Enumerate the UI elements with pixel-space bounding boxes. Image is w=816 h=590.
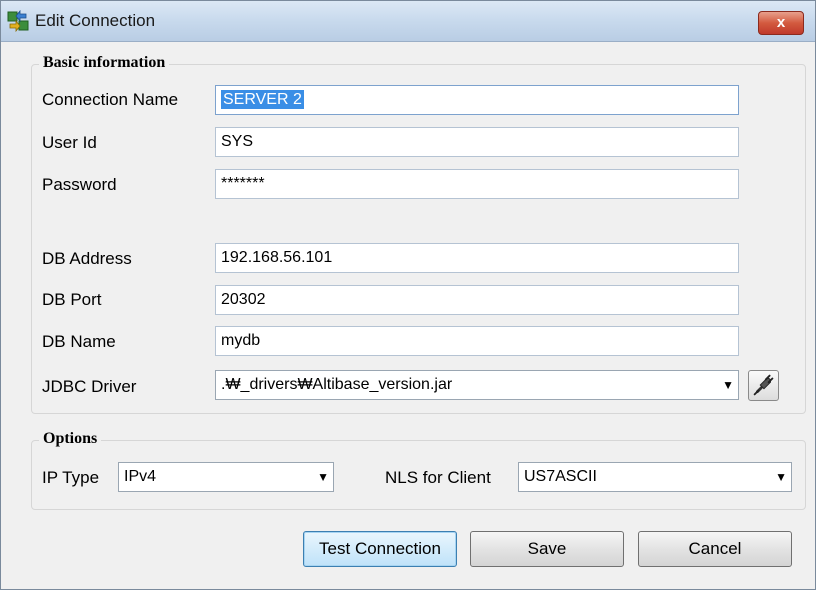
ip-type-value: IPv4: [124, 468, 157, 485]
password-label: Password: [42, 175, 117, 194]
db-port-input[interactable]: 20302: [215, 285, 739, 315]
window-title: Edit Connection: [35, 11, 156, 30]
basic-information-group: [31, 64, 806, 414]
user-id-input[interactable]: SYS: [215, 127, 739, 157]
plug-icon: [753, 374, 774, 396]
password-input[interactable]: *******: [215, 169, 739, 199]
db-port-label: DB Port: [42, 290, 102, 309]
db-name-label: DB Name: [42, 332, 116, 351]
close-button[interactable]: x: [758, 11, 804, 35]
ip-type-label: IP Type: [42, 468, 100, 487]
user-id-label: User Id: [42, 133, 97, 152]
jdbc-driver-select[interactable]: .₩_drivers₩Altibase_version.jar ▼: [215, 370, 739, 400]
nls-for-client-value: US7ASCII: [524, 468, 597, 485]
db-name-input[interactable]: mydb: [215, 326, 739, 356]
jdbc-driver-value: .₩_drivers₩Altibase_version.jar: [221, 376, 453, 393]
test-connection-button[interactable]: Test Connection: [303, 531, 457, 567]
edit-connection-dialog: Edit Connection x Basic information Conn…: [0, 0, 816, 590]
basic-information-legend: Basic information: [39, 54, 170, 72]
title-bar[interactable]: Edit Connection x: [1, 1, 815, 42]
db-address-input[interactable]: 192.168.56.101: [215, 243, 739, 273]
save-button[interactable]: Save: [470, 531, 624, 567]
db-address-label: DB Address: [42, 249, 132, 268]
connection-name-value: SERVER 2: [221, 90, 304, 109]
options-legend: Options: [39, 430, 102, 448]
nls-for-client-label: NLS for Client: [385, 468, 491, 487]
ip-type-select[interactable]: IPv4 ▼: [118, 462, 334, 492]
nls-for-client-select[interactable]: US7ASCII ▼: [518, 462, 792, 492]
chevron-down-icon[interactable]: ▼: [722, 371, 734, 399]
browse-driver-button[interactable]: [748, 370, 779, 401]
chevron-down-icon[interactable]: ▼: [775, 463, 787, 491]
jdbc-driver-label: JDBC Driver: [42, 377, 137, 396]
connection-app-icon: [7, 10, 29, 32]
connection-name-label: Connection Name: [42, 90, 179, 109]
chevron-down-icon[interactable]: ▼: [317, 463, 329, 491]
connection-name-input[interactable]: SERVER 2: [215, 85, 739, 115]
cancel-button[interactable]: Cancel: [638, 531, 792, 567]
